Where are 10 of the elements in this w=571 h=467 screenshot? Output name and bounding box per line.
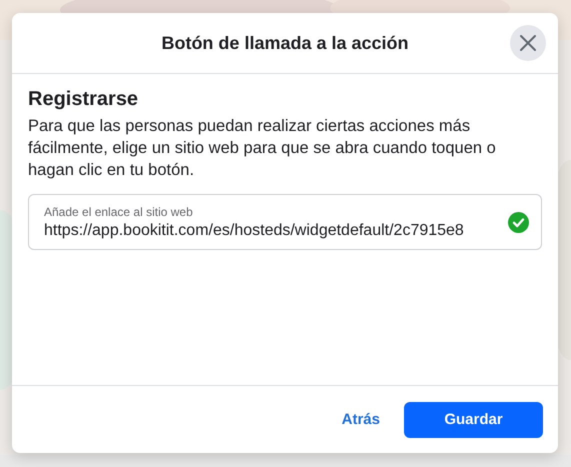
close-button[interactable]: [510, 25, 546, 61]
description: Para que las personas puedan realizar ciertas acciones más fácilmente, elige un sitio web para que se abra cuando toquen o hagan clic en tu botón.: [28, 116, 497, 181]
back-button[interactable]: Atrás: [338, 403, 384, 436]
section-title: Registrarse: [28, 88, 140, 111]
save-button[interactable]: Guardar: [404, 402, 543, 438]
field-value: https://app.bookitit.com/es/hosteds/widgetdefault/2c7915e8: [44, 222, 465, 240]
close-icon: [519, 34, 537, 52]
url-field[interactable]: Añade el enlace al sitio web https://app.bookitit.com/es/hosteds/widgetdefault/2c7915e8: [28, 194, 542, 250]
dialog-title: Botón de llamada a la acción: [161, 32, 409, 54]
field-label: Añade el enlace al sitio web: [44, 204, 194, 218]
